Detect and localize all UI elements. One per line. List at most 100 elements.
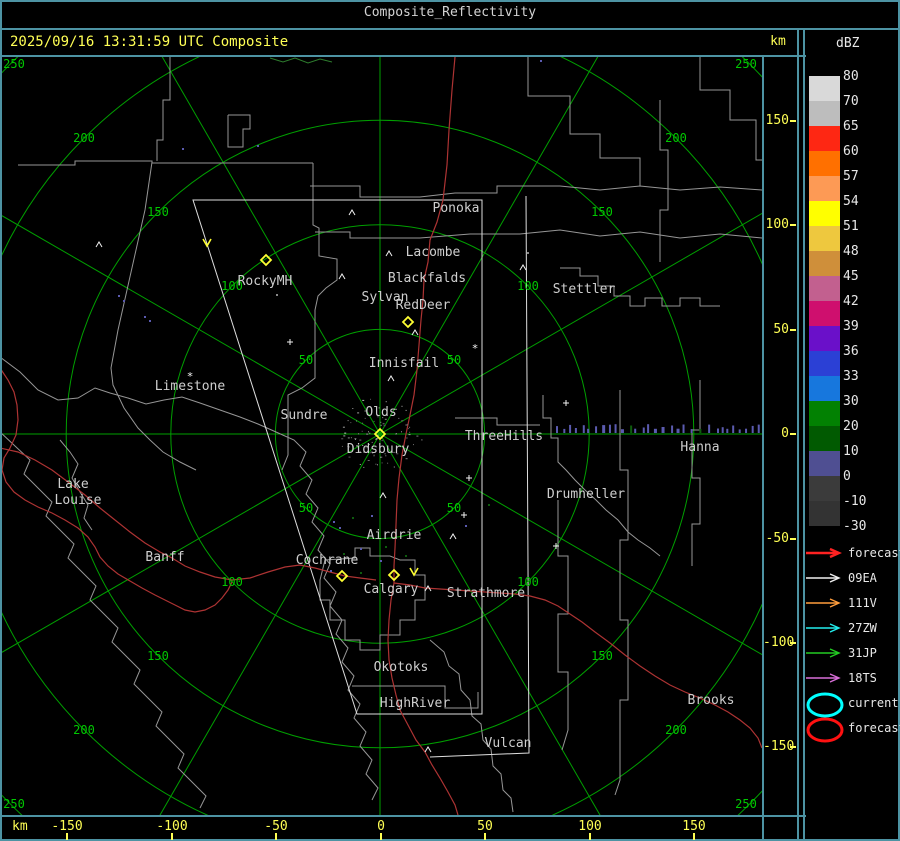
colorbar-band-70 <box>809 101 840 126</box>
clutter-dot <box>366 433 369 435</box>
clutter-dot <box>369 432 371 434</box>
echo-speck <box>144 316 146 318</box>
interference-dash <box>595 426 598 433</box>
city-label-olds: Olds <box>365 405 396 420</box>
clutter-dot <box>398 417 400 419</box>
clutter-dot <box>341 438 344 440</box>
city-label-strathmore: Strathmore <box>447 586 525 601</box>
colorbar-value: 30 <box>843 394 859 409</box>
clutter-dot <box>359 464 361 465</box>
echo-speck <box>405 555 407 557</box>
colorbar-value: 33 <box>843 369 859 384</box>
clutter-dot <box>363 466 365 468</box>
city-label-didsbury: Didsbury <box>347 442 410 457</box>
colorbar-band-0 <box>809 476 840 501</box>
reflectivity-colorbar <box>809 76 840 526</box>
echo-speck <box>371 515 373 517</box>
clutter-dot <box>395 433 397 434</box>
legend-label-forecast: forecast <box>848 721 900 735</box>
right-axis-tick <box>790 120 796 122</box>
interference-dash <box>647 424 650 433</box>
interference-dash <box>732 425 735 433</box>
window-title[interactable]: Composite_Reflectivity <box>0 0 900 26</box>
dbz-unit-label: dBZ <box>836 36 860 51</box>
interference-dash <box>671 425 674 433</box>
interference-dash <box>721 427 724 433</box>
city-label-threehills: ThreeHills <box>465 429 543 444</box>
ring-distance-label: 100 <box>221 575 243 589</box>
bottom-axis-tick <box>589 833 591 840</box>
interference-dash <box>574 428 577 433</box>
ring-distance-label: 100 <box>517 279 539 293</box>
ring-distance-label: 200 <box>665 131 687 145</box>
colorbar-band-45 <box>809 276 840 301</box>
colorbar-band--10 <box>809 501 840 526</box>
colorbar-value: 36 <box>843 344 859 359</box>
titlebar-divider <box>0 28 900 30</box>
bottom-axis-tick <box>380 833 382 840</box>
echo-speck <box>330 570 332 572</box>
colorbar-band-48 <box>809 251 840 276</box>
interference-dash <box>630 425 633 433</box>
colorbar-band-30 <box>809 401 840 426</box>
interference-dash <box>653 428 657 433</box>
ring-distance-label: 250 <box>735 797 757 811</box>
legend-label-current: current <box>848 696 899 710</box>
city-label-stettler: Stettler <box>553 282 616 297</box>
right-axis-tick <box>790 642 796 644</box>
echo-speck <box>465 525 467 527</box>
echo-speck <box>123 300 125 302</box>
interference-dash <box>587 428 590 433</box>
clutter-dot <box>385 401 387 403</box>
ring-distance-label: 250 <box>735 57 757 71</box>
clutter-dot <box>381 440 383 442</box>
town-star-marker: * <box>472 342 479 355</box>
radar-map-canvas[interactable]: * * 50 50 50 50 100 100 100 100 150 150 150 150 200 200… <box>0 0 900 841</box>
clutter-dot <box>407 423 409 425</box>
right-axis-tick <box>790 746 796 748</box>
ring-distance-label: 50 <box>447 501 461 515</box>
legend-ellipse-current <box>806 692 844 718</box>
city-label-innisfail: Innisfail <box>369 356 439 371</box>
clutter-dot <box>416 435 419 437</box>
legend-label-31JP: 31JP <box>848 646 877 660</box>
clutter-dot <box>380 424 382 426</box>
city-label-reddeer: RedDeer <box>396 298 451 313</box>
km-unit-label-bottom: km <box>12 819 28 834</box>
colorbar-value: 0 <box>843 469 851 484</box>
right-axis-label: -50 <box>765 531 789 546</box>
bottom-axis-tick <box>171 833 173 840</box>
interference-dash <box>634 428 637 433</box>
colorbar-band-60 <box>809 151 840 176</box>
right-axis-tick <box>790 329 796 331</box>
bottom-axis-tick <box>484 833 486 840</box>
colorbar-value: 60 <box>843 144 859 159</box>
interference-dash <box>745 428 748 433</box>
clutter-dot <box>401 420 404 422</box>
clutter-dot <box>408 434 411 436</box>
ring-distance-label: 150 <box>147 205 169 219</box>
clutter-dot <box>383 425 386 427</box>
clutter-dot <box>405 458 408 460</box>
right-axis-tick <box>790 224 796 226</box>
colorbar-band-51 <box>809 226 840 251</box>
clutter-dot <box>377 464 378 466</box>
interference-dash <box>563 428 566 433</box>
city-label-limestone: Limestone <box>155 379 226 394</box>
interference-dash <box>690 429 693 433</box>
bottom-axis-label: 150 <box>682 819 706 834</box>
ring-distance-label: 50 <box>299 501 313 515</box>
colorbar-band-20 <box>809 426 840 451</box>
echo-speck <box>149 320 151 322</box>
clutter-dot <box>344 432 347 434</box>
city-label-drumheller: Drumheller <box>547 487 625 502</box>
colorbar-value: 39 <box>843 319 859 334</box>
city-label-cochrane: Cochrane <box>296 553 359 568</box>
bottom-axis-tick <box>275 833 277 840</box>
city-label-lake: Lake <box>57 477 88 492</box>
colorbar-value: 80 <box>843 69 859 84</box>
ring-distance-label: 250 <box>3 57 25 71</box>
clutter-dot <box>367 460 370 461</box>
colorbar-band-42 <box>809 301 840 326</box>
clutter-dot <box>347 420 349 422</box>
